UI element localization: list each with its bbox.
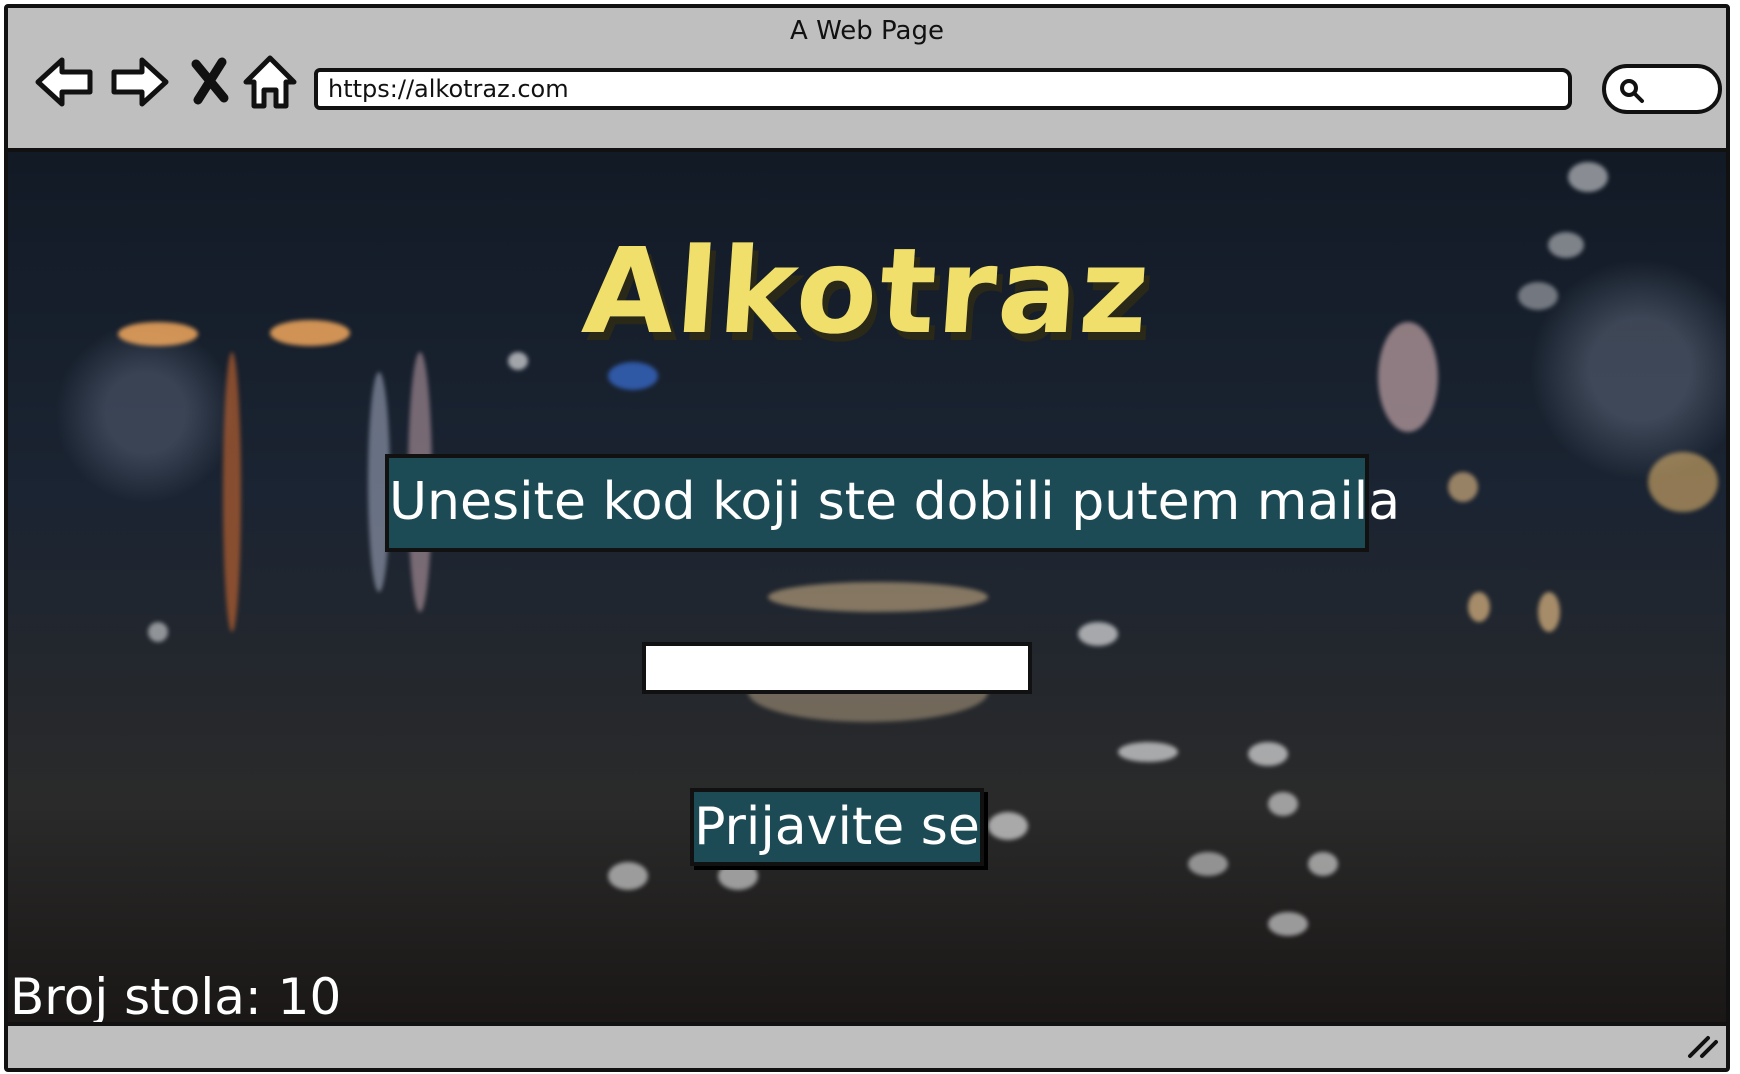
background-light	[1248, 742, 1288, 766]
login-button[interactable]: Prijavite se	[690, 788, 984, 866]
home-icon[interactable]	[238, 50, 302, 114]
resize-handle-icon[interactable]	[1684, 1030, 1720, 1060]
window-title: A Web Page	[790, 16, 944, 46]
background-light	[1468, 592, 1490, 622]
background-light	[1078, 622, 1118, 646]
code-prompt: Unesite kod koji ste dobili putem maila	[385, 454, 1400, 552]
code-input[interactable]	[642, 642, 1032, 694]
background-light	[768, 582, 988, 612]
background-light	[1118, 742, 1178, 762]
page-viewport: Alkotraz Unesite kod koji ste dobili put…	[8, 148, 1726, 1026]
background-light	[1268, 792, 1298, 816]
background-light	[608, 862, 648, 890]
background-light	[1648, 452, 1718, 512]
background-light	[223, 352, 241, 632]
forward-arrow-icon[interactable]	[106, 50, 170, 114]
background-light	[988, 812, 1028, 840]
background-light	[608, 362, 658, 390]
background-light	[718, 862, 758, 890]
browser-window: A Web Page https://alkotraz.com Alkotraz…	[4, 4, 1730, 1072]
logo: Alkotraz	[578, 222, 1156, 360]
background-light	[1568, 162, 1608, 192]
search-icon	[1620, 79, 1644, 103]
search-box[interactable]	[1602, 64, 1722, 114]
background-light	[1268, 912, 1308, 936]
url-bar[interactable]: https://alkotraz.com	[314, 68, 1572, 110]
back-arrow-icon[interactable]	[34, 50, 98, 114]
background-light	[1308, 852, 1338, 876]
close-icon[interactable]	[178, 50, 242, 114]
background-light	[1448, 472, 1478, 502]
background-light	[1188, 852, 1228, 876]
table-number: Broj stola: 10	[10, 968, 342, 1026]
background-light	[148, 622, 168, 642]
background-light	[1538, 592, 1560, 632]
